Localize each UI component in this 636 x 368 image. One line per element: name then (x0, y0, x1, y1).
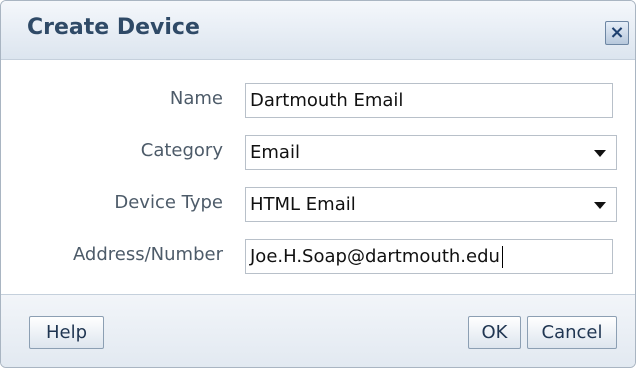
name-label: Name (169, 88, 223, 109)
address-label: Address/Number (72, 244, 223, 265)
category-select[interactable]: Email (245, 135, 617, 170)
device-type-label: Device Type (114, 192, 223, 213)
chevron-down-icon[interactable] (594, 202, 606, 209)
create-device-dialog: Create Device × Name Dartmouth Email Cat… (0, 0, 636, 368)
device-type-value: HTML Email (250, 194, 356, 215)
chevron-down-icon[interactable] (594, 150, 606, 157)
category-value: Email (250, 142, 300, 163)
help-button[interactable]: Help (29, 316, 104, 349)
address-input[interactable]: Joe.H.Soap@dartmouth.edu (245, 239, 613, 274)
dialog-title: Create Device (27, 15, 200, 40)
text-cursor (501, 246, 503, 268)
dialog-footer: Help OK Cancel (1, 294, 635, 367)
dialog-content: Name Dartmouth Email Category Email Devi… (1, 60, 635, 290)
dialog-titlebar: Create Device × (1, 1, 635, 60)
name-input[interactable]: Dartmouth Email (245, 83, 613, 118)
address-value: Joe.H.Soap@dartmouth.edu (250, 246, 500, 267)
name-value: Dartmouth Email (250, 90, 404, 111)
cancel-button[interactable]: Cancel (527, 316, 617, 349)
device-type-select[interactable]: HTML Email (245, 187, 617, 222)
category-label: Category (140, 140, 223, 161)
close-icon[interactable]: × (605, 21, 629, 45)
ok-button[interactable]: OK (468, 316, 521, 349)
